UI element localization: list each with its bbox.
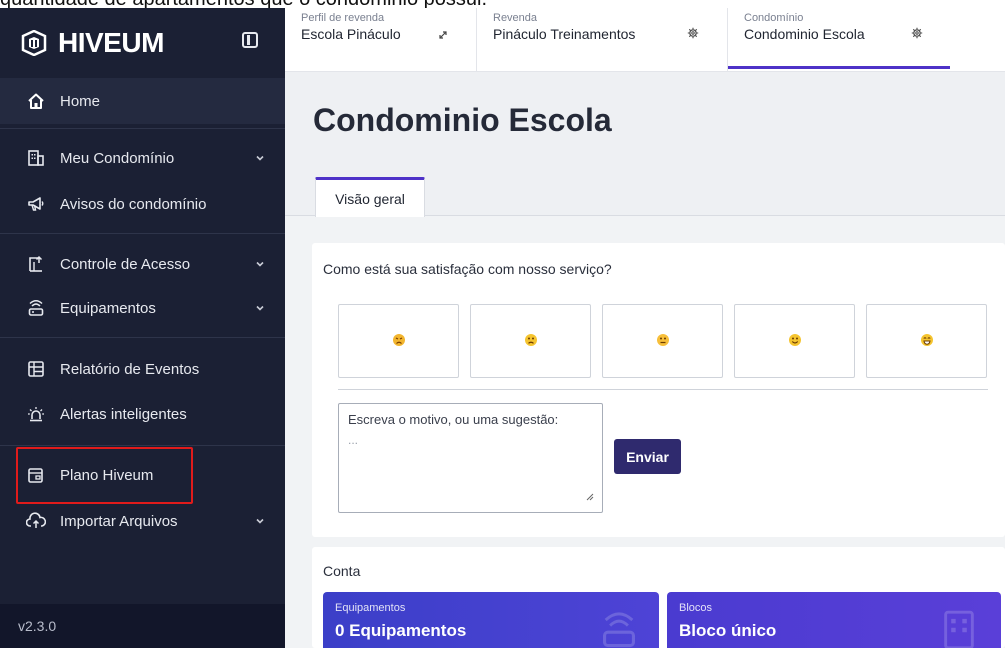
tab-value: Pináculo Treinamentos: [493, 26, 636, 42]
neutral-emoji-icon: [656, 332, 670, 351]
top-caption: quantidade de apartamentos que o condomi…: [0, 0, 1005, 8]
sidebar-item-label: Relatório de Eventos: [60, 360, 200, 378]
sidebar-item-controle-acesso[interactable]: Controle de Acesso: [0, 244, 285, 284]
rating-dissatisfied-button[interactable]: [470, 304, 591, 378]
stat-tile-equipamentos[interactable]: Equipamentos 0 Equipamentos: [323, 592, 659, 648]
chevron-down-icon: [255, 300, 265, 317]
page-title: Condominio Escola: [313, 102, 612, 138]
building-icon: [26, 148, 46, 168]
rating-very-dissatisfied-button[interactable]: [338, 304, 459, 378]
very-angry-emoji-icon: [392, 332, 406, 351]
swap-icon[interactable]: [437, 28, 449, 46]
very-happy-emoji-icon: [920, 332, 934, 351]
cloud-upload-icon: [26, 511, 46, 531]
sidebar-item-label: Avisos do condomínio: [60, 195, 207, 213]
gear-icon[interactable]: [687, 26, 699, 44]
survey-question: Como está sua satisfação com nosso servi…: [323, 261, 612, 277]
router-icon: [26, 298, 46, 318]
app-version: v2.3.0: [0, 604, 285, 648]
sidebar-item-label: Alertas inteligentes: [60, 405, 187, 423]
sidebar-item-importar-arquivos[interactable]: Importar Arquivos: [0, 501, 285, 541]
report-table-icon: [26, 359, 46, 379]
tab-label: Revenda: [493, 12, 538, 24]
context-tabs-bar: Perfil de revenda Escola Pináculo Revend…: [285, 0, 1005, 72]
account-card: Conta Equipamentos 0 Equipamentos Blocos…: [312, 547, 1005, 648]
tab-perfil-revenda[interactable]: Perfil de revenda Escola Pináculo: [285, 0, 476, 72]
sidebar-item-plano-hiveum[interactable]: Plano Hiveum: [0, 455, 285, 495]
page-header: Condominio Escola Visão geral: [285, 72, 1005, 217]
chevron-down-icon: [255, 256, 265, 273]
reason-placeholder: ...: [348, 433, 359, 447]
sidebar-divider: [0, 128, 285, 129]
tab-label: Condomínio: [744, 12, 804, 24]
sidebar-divider: [0, 337, 285, 338]
sidebar-item-label: Importar Arquivos: [60, 512, 178, 530]
home-icon: [26, 91, 46, 111]
sidebar: HIVEUM Home Meu Condomínio Avisos do con…: [0, 0, 285, 648]
tab-revenda[interactable]: Revenda Pináculo Treinamentos: [477, 0, 727, 72]
brand-name: HIVEUM: [58, 27, 164, 58]
alert-light-icon: [26, 404, 46, 424]
sidebar-item-label: Home: [60, 92, 101, 110]
tab-label: Perfil de revenda: [301, 12, 385, 24]
account-title: Conta: [323, 563, 361, 579]
sidebar-item-label: Equipamentos: [60, 299, 156, 317]
rating-very-satisfied-button[interactable]: [866, 304, 987, 378]
send-button[interactable]: Enviar: [614, 439, 681, 474]
router-icon: [597, 610, 641, 648]
door-access-icon: [26, 254, 46, 274]
happy-emoji-icon: [788, 332, 802, 351]
resize-grip-icon[interactable]: [586, 489, 594, 504]
sidebar-item-alertas[interactable]: Alertas inteligentes: [0, 394, 285, 434]
megaphone-icon: [26, 194, 46, 214]
active-tab-indicator: [728, 66, 950, 69]
tab-condominio[interactable]: Condomínio Condominio Escola: [728, 0, 950, 72]
sidebar-item-relatorio-eventos[interactable]: Relatório de Eventos: [0, 349, 285, 389]
chevron-down-icon: [255, 513, 265, 530]
stat-tile-blocos[interactable]: Blocos Bloco único: [667, 592, 1001, 648]
sidebar-item-label: Plano Hiveum: [60, 466, 154, 484]
sidebar-item-equipamentos[interactable]: Equipamentos: [0, 288, 285, 328]
sidebar-item-avisos[interactable]: Avisos do condomínio: [0, 184, 285, 224]
sidebar-item-label: Controle de Acesso: [60, 255, 191, 273]
gear-icon[interactable]: [911, 26, 923, 44]
satisfaction-survey-card: Como está sua satisfação com nosso servi…: [312, 243, 1005, 537]
sidebar-collapse-icon[interactable]: [242, 32, 258, 48]
rating-neutral-button[interactable]: [602, 304, 723, 378]
plan-icon: [26, 465, 46, 485]
chevron-down-icon: [255, 150, 265, 167]
hive-logo-icon: [20, 29, 50, 57]
sad-emoji-icon: [524, 332, 538, 351]
tab-visao-geral[interactable]: Visão geral: [315, 177, 425, 217]
building-icon: [943, 610, 975, 648]
rating-satisfied-button[interactable]: [734, 304, 855, 378]
sidebar-divider: [0, 445, 285, 446]
sidebar-divider: [0, 233, 285, 234]
survey-divider: [338, 389, 988, 390]
tab-value: Condominio Escola: [744, 26, 865, 42]
sidebar-item-home[interactable]: Home: [0, 78, 285, 124]
reason-label: Escreva o motivo, ou uma sugestão:: [348, 412, 559, 427]
sidebar-item-meu-condominio[interactable]: Meu Condomínio: [0, 138, 285, 178]
reason-textarea[interactable]: Escreva o motivo, ou uma sugestão: ...: [338, 403, 603, 513]
sidebar-item-label: Meu Condomínio: [60, 149, 175, 167]
